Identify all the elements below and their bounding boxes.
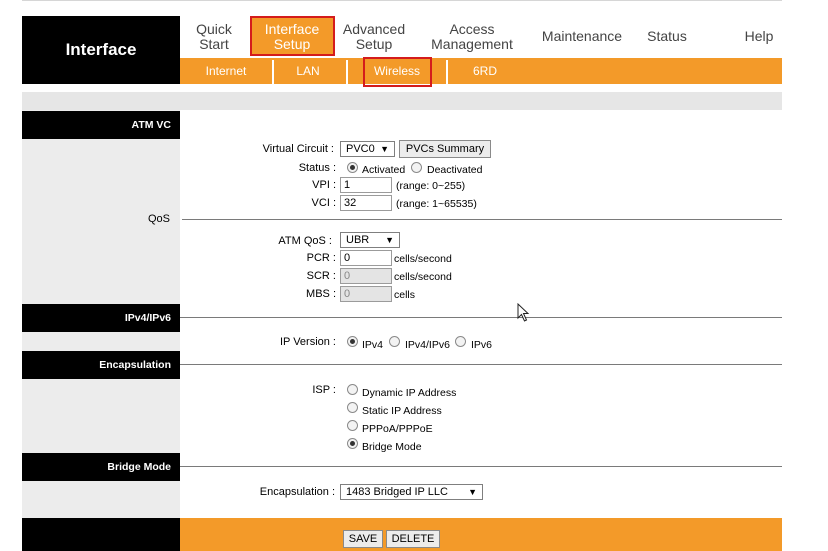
subnav-divider <box>272 60 274 84</box>
subnav-internet[interactable]: Internet <box>186 58 266 84</box>
isp-dynamic-ip-label: Dynamic IP Address <box>362 387 457 399</box>
nav-quick-start[interactable]: Quick Start <box>186 18 242 55</box>
top-border <box>22 0 782 5</box>
ip-version-label: IP Version : <box>279 336 336 348</box>
pcr-input[interactable]: 0 <box>340 250 392 266</box>
delete-button[interactable]: DELETE <box>386 530 440 548</box>
vpi-label: VPI : <box>312 179 336 191</box>
pvcs-summary-button[interactable]: PVCs Summary <box>399 140 491 158</box>
nav-status[interactable]: Status <box>640 18 694 55</box>
dropdown-arrow-icon: ▼ <box>380 144 389 154</box>
virtual-circuit-value: PVC0 <box>346 143 375 155</box>
isp-pppoa-pppoe-radio[interactable] <box>347 420 358 431</box>
encapsulation-select[interactable]: 1483 Bridged IP LLC ▼ <box>340 484 483 500</box>
section-atm-vc: ATM VC <box>22 111 180 139</box>
ip-version-ipv4ipv6-radio[interactable] <box>389 336 400 347</box>
section-bridge-mode: Bridge Mode <box>22 453 180 481</box>
vpi-input[interactable]: 1 <box>340 177 392 193</box>
qos-divider <box>182 219 782 220</box>
scr-unit: cells/second <box>394 271 452 283</box>
status-label: Status : <box>298 162 336 174</box>
status-activated-radio[interactable] <box>347 162 358 173</box>
vci-input[interactable]: 32 <box>340 195 392 211</box>
vpi-range: (range: 0~255) <box>396 180 466 192</box>
mouse-cursor-icon <box>517 303 530 322</box>
isp-static-ip-radio[interactable] <box>347 402 358 413</box>
isp-bridge-mode-label: Bridge Mode <box>362 441 422 453</box>
subnav-divider <box>346 60 348 84</box>
page-brand-title: Interface <box>22 16 180 84</box>
vci-label: VCI : <box>311 197 336 209</box>
vci-range: (range: 1~65535) <box>396 198 477 210</box>
mbs-input: 0 <box>340 286 392 302</box>
section-ipv4-ipv6: IPv4/IPv6 <box>22 304 180 332</box>
bridge-mode-divider <box>180 466 782 467</box>
atm-qos-select[interactable]: UBR ▼ <box>340 232 400 248</box>
encapsulation-value: 1483 Bridged IP LLC <box>346 486 448 498</box>
status-activated-label: Activated <box>362 164 406 176</box>
footer-left <box>22 518 180 551</box>
isp-dynamic-ip-radio[interactable] <box>347 384 358 395</box>
isp-label: ISP : <box>312 384 336 396</box>
highlight-box-wireless <box>363 57 432 87</box>
ip-version-ipv6-radio[interactable] <box>455 336 466 347</box>
scr-label: SCR : <box>306 270 336 282</box>
subnav-divider <box>446 60 448 84</box>
section-encapsulation: Encapsulation <box>22 351 180 379</box>
scr-input: 0 <box>340 268 392 284</box>
isp-static-ip-label: Static IP Address <box>362 405 442 417</box>
ip-version-ipv4-label: IPv4 <box>362 339 384 351</box>
encapsulation-divider <box>180 364 782 365</box>
atm-qos-value: UBR <box>346 234 370 246</box>
ipv4-ipv6-divider <box>180 317 782 318</box>
subnav-6rd[interactable]: 6RD <box>452 58 518 84</box>
pcr-label: PCR : <box>306 252 336 264</box>
ip-version-ipv4ipv6-label: IPv4/IPv6 <box>405 339 450 351</box>
mbs-label: MBS : <box>306 288 336 300</box>
save-button[interactable]: SAVE <box>343 530 383 548</box>
pcr-unit: cells/second <box>394 253 452 265</box>
footer-bar <box>180 518 782 551</box>
encapsulation-label: Encapsulation : <box>259 486 335 498</box>
status-deactivated-label: Deactivated <box>427 164 483 176</box>
status-deactivated-radio[interactable] <box>411 162 422 173</box>
gray-band <box>22 92 782 110</box>
highlight-box-interface-setup <box>250 16 335 56</box>
mbs-unit: cells <box>394 289 416 301</box>
nav-maintenance[interactable]: Maintenance <box>534 18 630 55</box>
nav-access-management[interactable]: Access Management <box>426 18 518 55</box>
nav-advanced-setup[interactable]: Advanced Setup <box>336 18 412 55</box>
virtual-circuit-label: Virtual Circuit : <box>262 143 334 155</box>
ip-version-ipv6-label: IPv6 <box>471 339 493 351</box>
isp-pppoa-pppoe-label: PPPoA/PPPoE <box>362 423 433 435</box>
atm-qos-label: ATM QoS : <box>278 235 332 247</box>
isp-bridge-mode-radio[interactable] <box>347 438 358 449</box>
dropdown-arrow-icon: ▼ <box>468 487 477 497</box>
subnav-lan[interactable]: LAN <box>275 58 341 84</box>
dropdown-arrow-icon: ▼ <box>385 235 394 245</box>
section-qos: QoS <box>148 213 171 225</box>
nav-help[interactable]: Help <box>736 18 782 55</box>
virtual-circuit-select[interactable]: PVC0 ▼ <box>340 141 395 157</box>
ip-version-ipv4-radio[interactable] <box>347 336 358 347</box>
